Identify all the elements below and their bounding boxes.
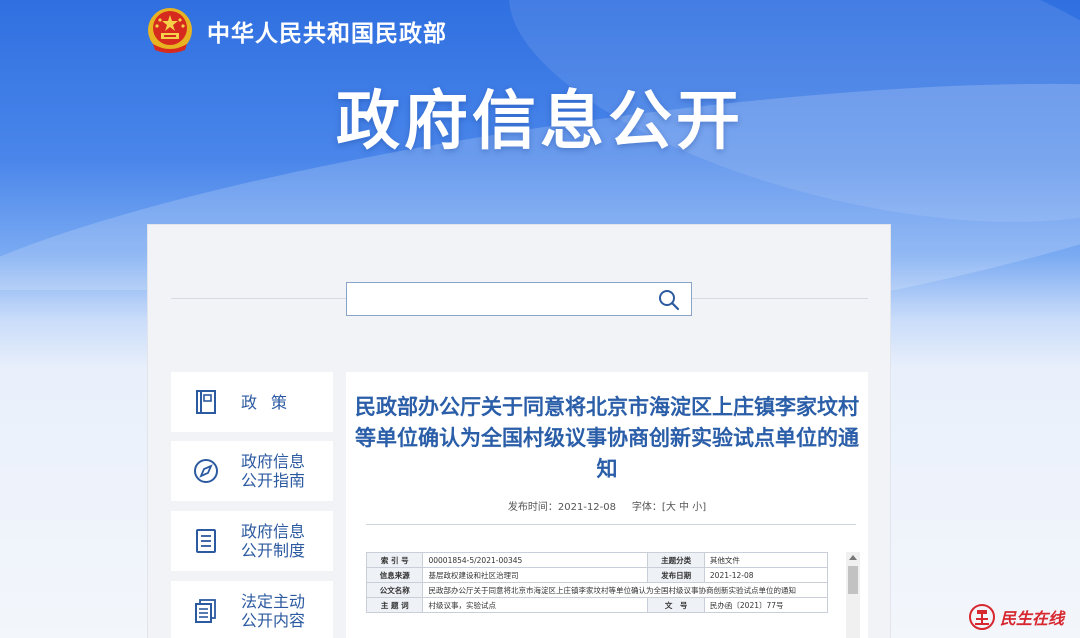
search-icon[interactable] (657, 288, 681, 312)
font-size-large[interactable]: [大 (662, 502, 676, 513)
table-key: 发布日期 (647, 567, 705, 583)
hero-title: 政府信息公开 (336, 85, 744, 159)
table-key: 文 号 (647, 597, 705, 613)
scrollbar[interactable] (846, 552, 860, 638)
table-row: 索 引 号 00001854-5/2021-00345 主题分类 其他文件 (365, 552, 829, 568)
sidebar-item-statutory-content[interactable]: 法定主动 公开内容 (171, 581, 333, 638)
search-box (346, 282, 692, 316)
table-key: 主题分类 (647, 552, 705, 568)
compass-icon (194, 459, 218, 483)
document-info-table: 索 引 号 00001854-5/2021-00345 主题分类 其他文件 信息… (365, 552, 829, 613)
watermark-text: 民生在线 (1000, 609, 1065, 628)
document-list-icon (196, 529, 216, 553)
site-header: 中华人民共和国民政部 (145, 6, 447, 56)
sidebar-item-label: 政策 (241, 392, 302, 412)
watermark: 民生在线 (968, 603, 1064, 631)
ministry-name: 中华人民共和国民政部 (207, 21, 447, 47)
main-panel: 政策 政府信息 公开指南 政府信息 公开制度 法定主动 公开内容 民政部办公厅关… (147, 224, 891, 638)
table-value: 2021-12-08 (703, 567, 829, 583)
documents-stack-icon (195, 599, 216, 623)
sidebar-item-disclosure-system[interactable]: 政府信息 公开制度 (171, 511, 333, 571)
sidebar-item-label: 政府信息 公开指南 (241, 452, 306, 490)
table-row: 主 题 词 村级议事，实验试点 文 号 民办函〔2021〕77号 (365, 597, 829, 613)
minsheng-logo-icon (969, 604, 995, 630)
sidebar-item-policy[interactable]: 政策 (171, 372, 333, 432)
sidebar-item-disclosure-guide[interactable]: 政府信息 公开指南 (171, 441, 333, 501)
table-value: 民政部办公厅关于同意将北京市海淀区上庄镇李家坟村等单位确认为全国村级议事协商创新… (422, 582, 828, 598)
table-row: 公文名称 民政部办公厅关于同意将北京市海淀区上庄镇李家坟村等单位确认为全国村级议… (365, 582, 828, 598)
table-value: 民办函〔2021〕77号 (703, 597, 829, 613)
book-icon (196, 390, 216, 414)
divider-left (171, 298, 346, 299)
sidebar-item-label: 法定主动 公开内容 (241, 592, 306, 630)
document-title: 民政部办公厅关于同意将北京市海淀区上庄镇李家坟村等单位确认为全国村级议事协商创新… (355, 395, 859, 481)
table-row: 信息来源 基层政权建设和社区治理司 发布日期 2021-12-08 (365, 567, 829, 583)
publish-date: 2021-12-08 (557, 502, 617, 513)
search-input[interactable] (347, 283, 691, 315)
table-value: 00001854-5/2021-00345 (422, 552, 649, 568)
scroll-thumb[interactable] (848, 566, 858, 594)
table-key: 信息来源 (365, 567, 424, 583)
font-size-small[interactable]: 小] (692, 502, 706, 513)
publish-label: 发布时间： (507, 502, 558, 513)
divider (366, 524, 856, 525)
document-meta: 发布时间：2021-12-08 字体：[大 中 小] (346, 498, 868, 513)
national-emblem-icon (148, 8, 192, 53)
font-size-label: 字体： (631, 502, 662, 513)
document-content: 民政部办公厅关于同意将北京市海淀区上庄镇李家坟村等单位确认为全国村级议事协商创新… (346, 372, 868, 638)
scroll-up-arrow-icon[interactable] (849, 555, 857, 560)
table-value: 基层政权建设和社区治理司 (422, 567, 649, 583)
sidebar-item-label: 政府信息 公开制度 (241, 522, 306, 560)
table-value: 村级议事，实验试点 (422, 597, 649, 613)
table-key: 公文名称 (365, 582, 424, 598)
table-key: 主 题 词 (365, 597, 424, 613)
divider-right (692, 298, 868, 299)
table-value: 其他文件 (703, 552, 829, 568)
table-key: 索 引 号 (365, 552, 424, 568)
font-size-medium[interactable]: 中 (679, 502, 689, 513)
